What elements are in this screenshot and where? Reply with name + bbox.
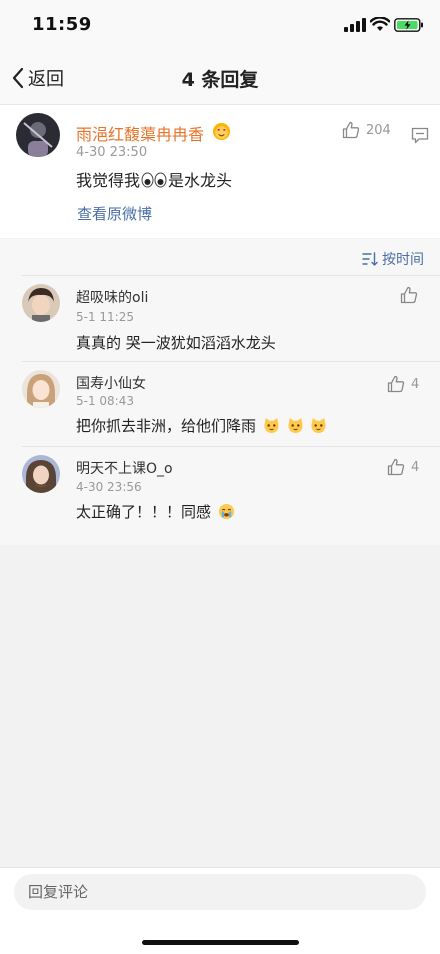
reply-item[interactable]: 超吸味的oli 5-1 11:25 真真的 哭一波犹如滔滔水龙头	[0, 276, 440, 360]
battery-charging-icon	[394, 18, 423, 32]
post-date: 4-30 23:50	[76, 145, 148, 160]
reply-avatar[interactable]	[22, 455, 60, 493]
post-text: 我觉得我 是水龙头	[76, 167, 232, 191]
reply-author-name[interactable]: 超吸味的oli	[76, 287, 148, 307]
reply-input-bar	[0, 867, 440, 954]
reply-text: 把你抓去非洲，给他们降雨	[76, 417, 257, 435]
author-name[interactable]: 雨浥红馥蕖冉冉香	[76, 121, 204, 145]
reply-like-button[interactable]: 4	[387, 458, 419, 476]
reply-item[interactable]: 明天不上课O_o 4-30 23:56 太正确了！！！同感 4	[0, 447, 440, 531]
reply-like-button[interactable]	[400, 286, 424, 304]
reply-like-button[interactable]: 4	[387, 375, 419, 393]
reply-text: 真真的 哭一波犹如滔滔水龙头	[76, 334, 276, 352]
sort-label: 按时间	[382, 252, 424, 268]
cellular-signal-icon	[344, 18, 366, 32]
post-like-button[interactable]: 204	[342, 121, 391, 139]
reply-item[interactable]: 国寿小仙女 5-1 08:43 把你抓去非洲，给他们降雨 4	[0, 362, 440, 446]
eyes-emoji-icon	[141, 172, 167, 188]
cat-face-emoji-icon	[264, 417, 279, 434]
thumbs-up-icon	[342, 121, 360, 139]
replies-section: 按时间 超吸味的oli 5-1 11:25 真真的 哭一波犹如滔滔水龙头 国寿小…	[0, 239, 440, 545]
status-bar: 11:59	[0, 0, 440, 52]
page-title: 4 条回复	[181, 69, 259, 91]
original-comment: 雨浥红馥蕖冉冉香 4-30 23:50 我觉得我 是水龙头 查看原微博 204	[0, 105, 440, 238]
thumbs-up-icon	[387, 458, 405, 476]
reply-text-container: 把你抓去非洲，给他们降雨	[76, 415, 327, 436]
wifi-icon	[370, 17, 390, 31]
post-text-after: 是水龙头	[168, 171, 233, 190]
comment-icon[interactable]	[411, 127, 429, 144]
reply-avatar[interactable]	[22, 284, 60, 322]
sort-by-time-button[interactable]: 按时间	[362, 249, 424, 269]
reply-author-name[interactable]: 国寿小仙女	[76, 373, 146, 393]
author-avatar[interactable]	[16, 113, 60, 157]
thumbs-up-icon	[387, 375, 405, 393]
post-text-before: 我觉得我	[76, 171, 141, 190]
reply-date: 5-1 08:43	[76, 394, 134, 408]
cat-face-emoji-icon	[311, 417, 326, 434]
reply-date: 5-1 11:25	[76, 310, 134, 324]
post-like-count: 204	[366, 122, 391, 138]
reply-comment-input[interactable]	[14, 874, 426, 910]
home-indicator[interactable]	[142, 940, 299, 945]
nav-bar: 返回 4 条回复	[0, 52, 440, 105]
status-time: 11:59	[32, 14, 92, 35]
reply-author-name[interactable]: 明天不上课O_o	[76, 458, 173, 478]
reply-like-count: 4	[411, 376, 420, 392]
view-original-link[interactable]: 查看原微博	[77, 203, 152, 224]
sort-icon	[362, 252, 378, 266]
reply-text-container: 太正确了！！！同感	[76, 501, 235, 522]
reply-text: 太正确了！！！同感	[76, 503, 212, 521]
reply-avatar[interactable]	[22, 370, 60, 408]
cat-face-emoji-icon	[287, 417, 303, 434]
thumbs-up-icon	[400, 286, 418, 304]
reply-date: 4-30 23:56	[76, 480, 142, 494]
member-badge-icon	[212, 122, 231, 141]
crying-face-emoji-icon	[218, 503, 234, 520]
reply-like-count: 4	[411, 459, 420, 475]
